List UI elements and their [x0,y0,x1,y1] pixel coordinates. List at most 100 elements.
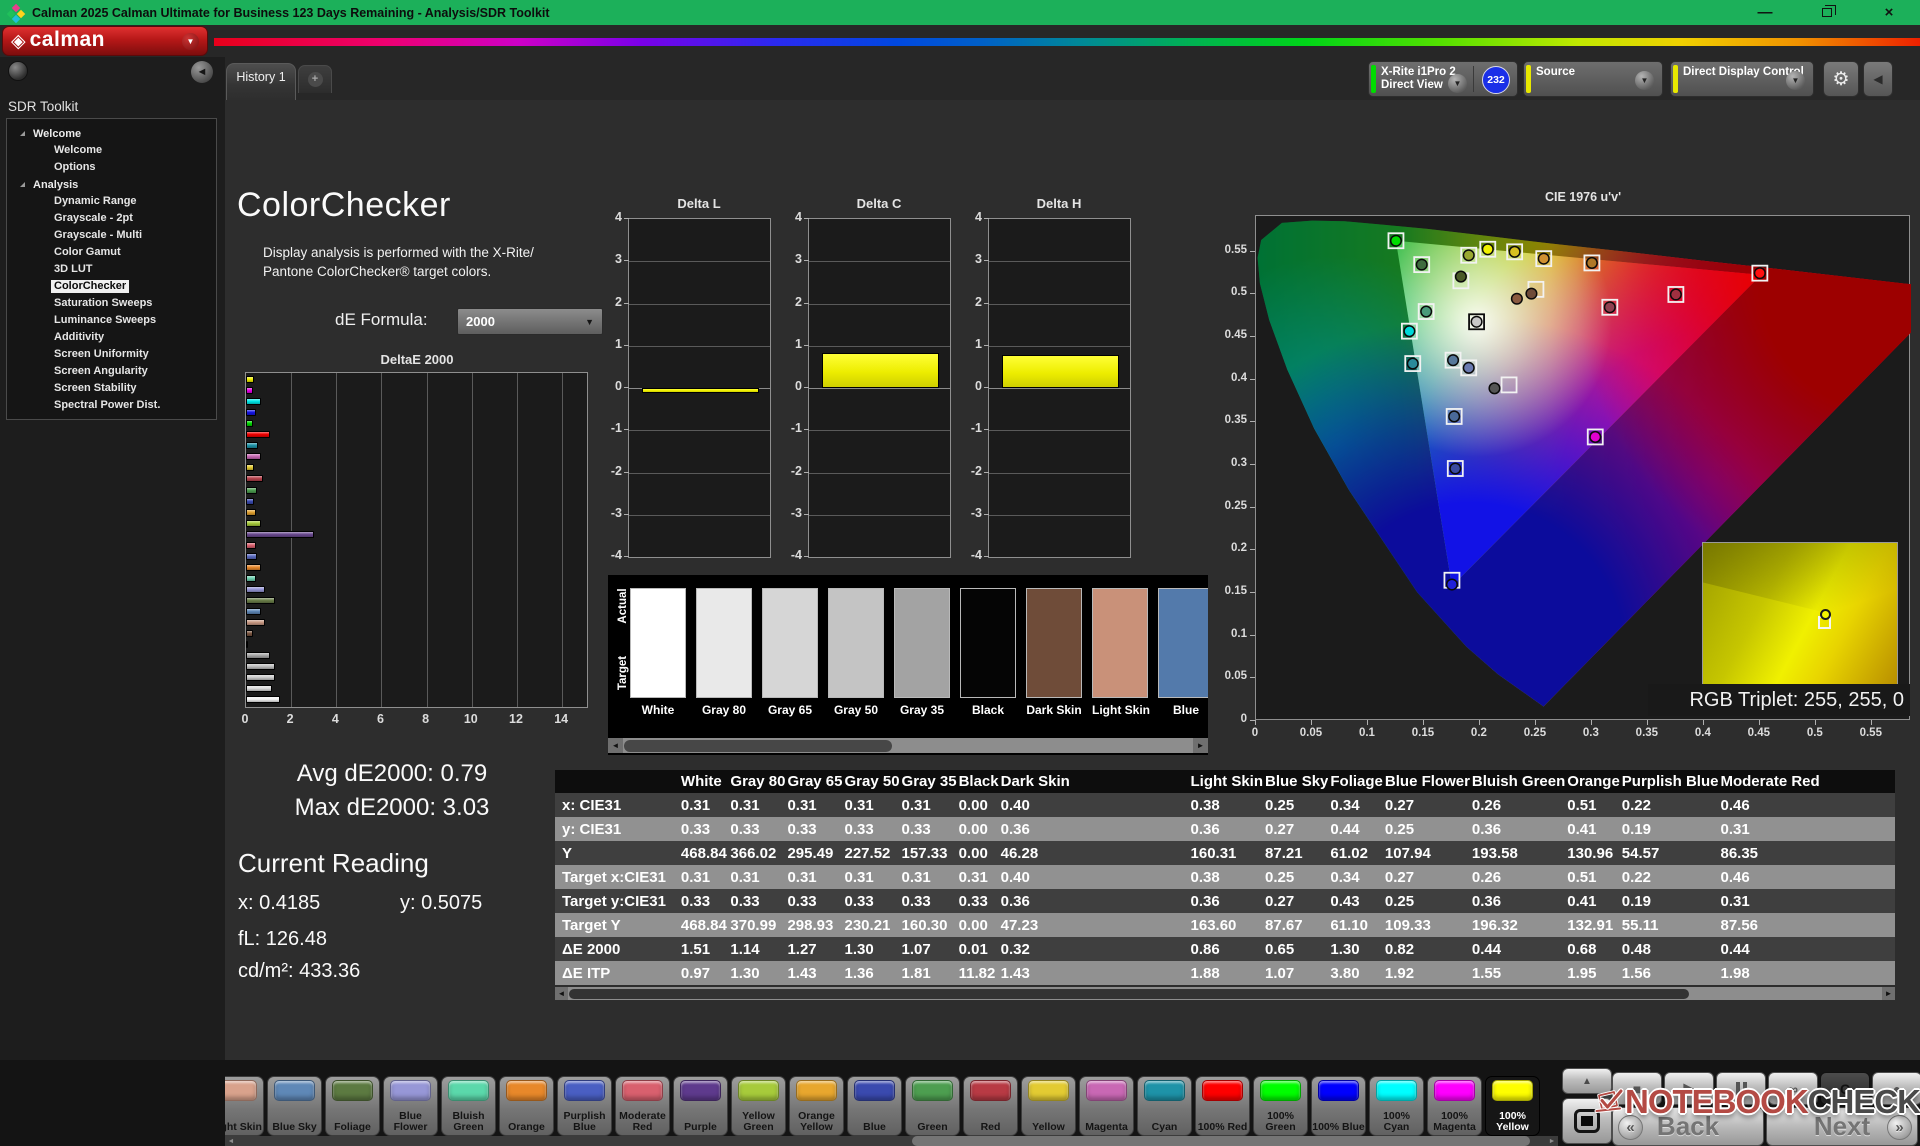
add-tab-button[interactable]: + [298,65,332,93]
patch-100-green[interactable]: 100% Green [1253,1076,1308,1136]
measured-point [1512,293,1523,304]
table-cell: 0.00 [957,793,999,817]
chevron-down-icon[interactable]: ▼ [1635,71,1654,90]
sidebar-item-saturation-sweeps[interactable]: Saturation Sweeps [7,295,216,312]
table-cell: 0.46 [1718,865,1895,889]
close-button[interactable]: × [1858,0,1920,25]
scroll-right-icon[interactable]: ► [1546,1136,1558,1146]
sidebar-item-welcome[interactable]: Welcome [7,142,216,159]
patch-magenta[interactable]: Magenta [1079,1076,1134,1136]
record-indicator-icon[interactable] [8,61,28,81]
play-button[interactable]: ▶ [1664,1072,1714,1105]
scrollbar-thumb[interactable] [624,740,892,752]
calman-menu-button[interactable]: ◈ calman ▼ [2,26,208,56]
patch-yellow[interactable]: Yellow [1021,1076,1076,1136]
tick-mark [624,429,629,430]
patch-100-yellow[interactable]: 100% Yellow [1485,1076,1540,1136]
table-scrollbar[interactable]: ◄ ► [555,987,1895,1000]
scroll-right-icon[interactable]: ► [1882,987,1895,1000]
sidebar-item-luminance-sweeps[interactable]: Luminance Sweeps [7,312,216,329]
meter-count-badge[interactable]: 232 [1482,66,1510,94]
patch-purple[interactable]: Purple [673,1076,728,1136]
scroll-left-icon[interactable]: ◄ [555,987,568,1000]
patch-red[interactable]: Red [963,1076,1018,1136]
table-cell: 0.31 [900,865,957,889]
clear-button[interactable]: C [1820,1072,1870,1105]
patch-foliage[interactable]: Foliage [325,1076,380,1136]
patch-100-red[interactable]: 100% Red [1195,1076,1250,1136]
tree-expanded-icon[interactable] [20,131,25,136]
sidebar-item-screen-uniformity[interactable]: Screen Uniformity [7,346,216,363]
sidebar-item-grayscale-multi[interactable]: Grayscale - Multi [7,227,216,244]
tree-group-analysis[interactable]: Analysis [7,176,216,193]
scroll-right-icon[interactable]: ► [1193,738,1208,753]
back-button[interactable]: « Back [1612,1107,1764,1146]
restore-button[interactable] [1796,0,1858,25]
bar-foliage [246,597,275,604]
meter-dropdown[interactable]: X-Rite i1Pro 2Direct View ▼ 232 [1368,61,1518,97]
tab-history-1[interactable]: History 1 [226,63,296,100]
chevron-down-icon[interactable]: ▼ [1786,71,1805,90]
patch-orange-yellow[interactable]: Orange Yellow [789,1076,844,1136]
y-tick-label: 0.35 [1218,414,1247,426]
gridline [629,473,770,474]
chevron-down-icon[interactable]: ▼ [1448,74,1467,93]
patch-yellow-green[interactable]: Yellow Green [731,1076,786,1136]
sidebar-collapse-icon[interactable]: ◄ [191,61,213,83]
de-formula-select[interactable]: 2000 ▼ [457,308,603,335]
pause-icon[interactable] [1716,1072,1766,1105]
continuous-button[interactable]: ∞ [1768,1072,1818,1105]
table-header: Black [957,770,999,793]
patch-100-magenta[interactable]: 100% Magenta [1427,1076,1482,1136]
patch-blue[interactable]: Blue [847,1076,902,1136]
patch-purplish-blue[interactable]: Purplish Blue [557,1076,612,1136]
scrollbar-thumb[interactable] [912,1136,1530,1146]
record-button[interactable]: ● [1872,1072,1920,1105]
tick-mark [1647,720,1648,725]
sidebar-item-colorchecker[interactable]: ColorChecker [7,278,216,295]
tree-expanded-icon[interactable] [20,182,25,187]
chevron-down-icon[interactable]: ▼ [182,33,199,50]
minimize-button[interactable]: — [1734,0,1796,25]
pattern-window-button[interactable] [1562,1098,1612,1144]
swatch-strip-scrollbar[interactable]: ◄ ► [608,738,1208,753]
display-control-dropdown[interactable]: Direct Display Control ▼ [1670,61,1814,97]
stop-button[interactable]: ■ [1612,1072,1662,1105]
scrollbar-thumb[interactable] [569,989,1689,999]
sidebar-item-color-gamut[interactable]: Color Gamut [7,244,216,261]
scroll-left-icon[interactable]: ◄ [608,738,623,753]
sidebar-item-options[interactable]: Options [7,159,216,176]
patch-cyan[interactable]: Cyan [1137,1076,1192,1136]
color-chip [1086,1080,1127,1101]
table-cell: 0.41 [1565,889,1620,913]
sidebar-item-3d-lut[interactable]: 3D LUT [7,261,216,278]
settings-button[interactable]: ⚙ [1823,61,1859,97]
patch-orange[interactable]: Orange [499,1076,554,1136]
patch-blue-sky[interactable]: Blue Sky [267,1076,322,1136]
x-tick-label: 0.4 [1685,727,1721,739]
next-button[interactable]: Next » [1766,1107,1918,1146]
swatch-gray-35 [894,588,950,698]
patch-green[interactable]: Green [905,1076,960,1136]
plot-area [988,218,1131,558]
sidebar-item-screen-angularity[interactable]: Screen Angularity [7,363,216,380]
patch-100-blue[interactable]: 100% Blue [1311,1076,1366,1136]
collapse-panel-button[interactable]: ▲ [1562,1068,1612,1094]
sidebar-item-grayscale-2pt[interactable]: Grayscale - 2pt [7,210,216,227]
patch-bluish-green[interactable]: Bluish Green [441,1076,496,1136]
patch-light-skin[interactable]: Light Skin [225,1076,264,1136]
panel-collapse-button[interactable]: ◀ [1863,61,1893,97]
table-cell: 1.30 [728,961,785,985]
sidebar-item-dynamic-range[interactable]: Dynamic Range [7,193,216,210]
source-dropdown[interactable]: Source ▼ [1523,61,1663,97]
scroll-left-icon[interactable]: ◄ [225,1136,237,1146]
sidebar-item-screen-stability[interactable]: Screen Stability [7,380,216,397]
patch-scrollbar[interactable]: ◄ ► [225,1136,1558,1146]
tree-group-welcome[interactable]: Welcome [7,125,216,142]
swatch-white [630,588,686,698]
patch-100-cyan[interactable]: 100% Cyan [1369,1076,1424,1136]
patch-blue-flower[interactable]: Blue Flower [383,1076,438,1136]
patch-moderate-red[interactable]: Moderate Red [615,1076,670,1136]
sidebar-item-spectral-power-dist-[interactable]: Spectral Power Dist. [7,397,216,414]
sidebar-item-additivity[interactable]: Additivity [7,329,216,346]
